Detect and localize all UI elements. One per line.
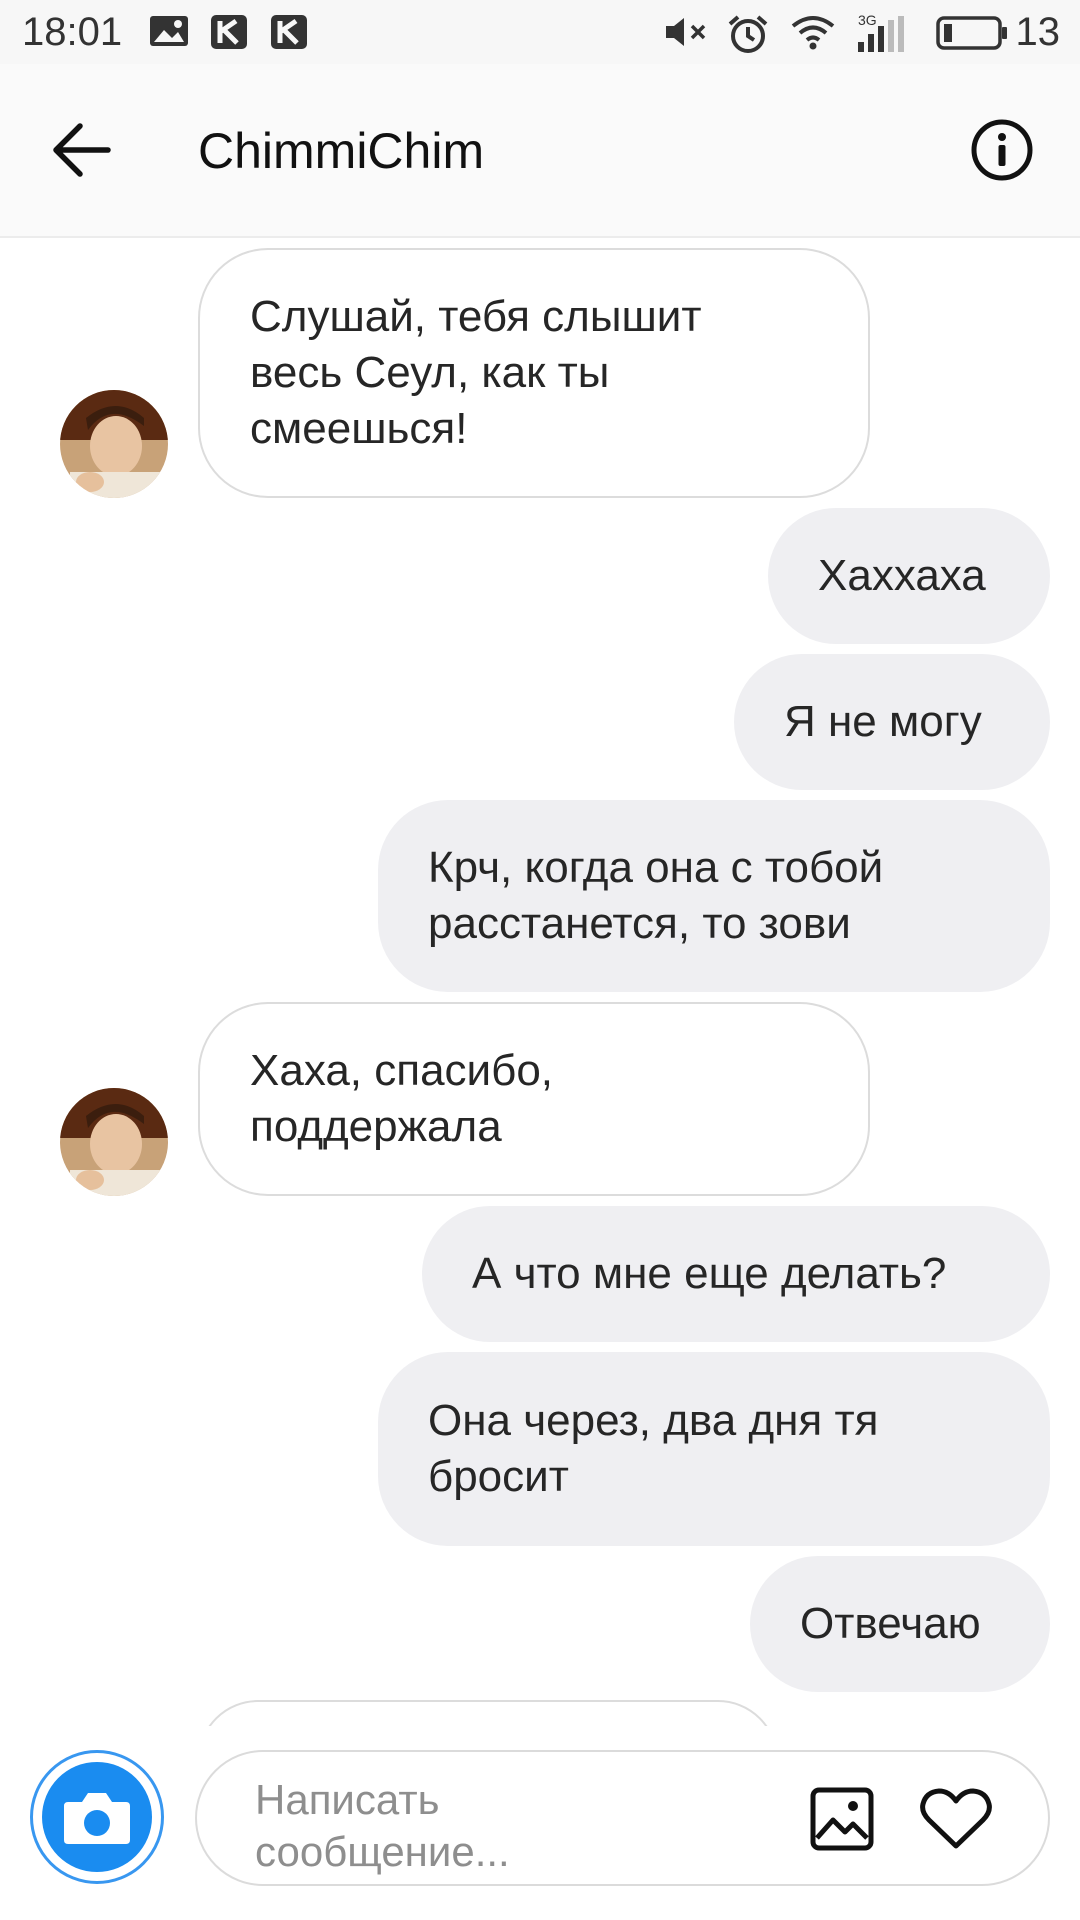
message-bubble-outgoing[interactable]: А что мне еще делать? [422, 1206, 1050, 1342]
arrow-left-icon[interactable] [52, 122, 112, 178]
camera-button[interactable] [30, 1750, 164, 1884]
message-line: Слушай, тебя слышит [250, 292, 702, 341]
message-bubble-incoming-partial[interactable] [198, 1700, 778, 1726]
placeholder-line: сообщение... [255, 1828, 510, 1875]
message-line: весь Сеул, как ты [250, 348, 610, 397]
message-bubble-incoming[interactable]: Слушай, тебя слышит весь Сеул, как ты см… [198, 248, 870, 498]
avatar[interactable] [60, 390, 168, 498]
message-line: расстанется, то зови [428, 899, 851, 948]
message-bubble-outgoing[interactable]: Отвечаю [750, 1556, 1050, 1692]
mute-icon [666, 18, 706, 46]
message-line: смеешься! [250, 404, 468, 453]
battery-icon [936, 16, 1007, 50]
conversation-title[interactable]: ChimmiChim [198, 122, 484, 180]
camera-icon [64, 1793, 130, 1844]
chat-header: ChimmiChim [0, 64, 1080, 238]
message-line: Хаххаха [818, 551, 986, 600]
message-input[interactable]: Написать сообщение... [195, 1750, 1050, 1886]
status-time: 18:01 [22, 10, 123, 54]
k-app-icon [271, 15, 307, 49]
message-line: Я не могу [784, 697, 982, 746]
gallery-icon[interactable] [809, 1786, 875, 1852]
message-input-placeholder: Написать сообщение... [255, 1774, 735, 1878]
message-bubble-outgoing[interactable]: Крч, когда она с тобой расстанется, то з… [378, 800, 1050, 992]
signal-icon [858, 16, 904, 52]
gallery-notification-icon [150, 16, 188, 46]
heart-icon[interactable] [919, 1786, 993, 1852]
wifi-icon [791, 16, 835, 50]
k-app-icon [211, 15, 247, 49]
message-bubble-incoming[interactable]: Хаха, спасибо, поддержала [198, 1002, 870, 1196]
status-bar: 18:01 3G 13 [0, 0, 1080, 64]
message-line: Хаха, спасибо, [250, 1046, 554, 1095]
message-line: Она через, два дня тя [428, 1396, 879, 1445]
message-bubble-outgoing[interactable]: Она через, два дня тя бросит [378, 1352, 1050, 1546]
message-line: А что мне еще делать? [472, 1249, 947, 1298]
message-line: поддержала [250, 1102, 502, 1151]
message-bubble-outgoing[interactable]: Хаххаха [768, 508, 1050, 644]
message-composer: Написать сообщение... [0, 1730, 1080, 1920]
message-list[interactable]: Слушай, тебя слышит весь Сеул, как ты см… [0, 238, 1080, 1726]
battery-percent: 13 [1015, 10, 1061, 54]
message-line: Крч, когда она с тобой [428, 843, 884, 892]
avatar[interactable] [60, 1088, 168, 1196]
info-circle-icon[interactable] [970, 118, 1034, 182]
alarm-icon [728, 15, 768, 53]
message-line: бросит [428, 1452, 569, 1501]
message-bubble-outgoing[interactable]: Я не могу [734, 654, 1050, 790]
camera-button-fill [42, 1762, 152, 1872]
placeholder-line: Написать [255, 1776, 440, 1823]
message-line: Отвечаю [800, 1599, 981, 1648]
